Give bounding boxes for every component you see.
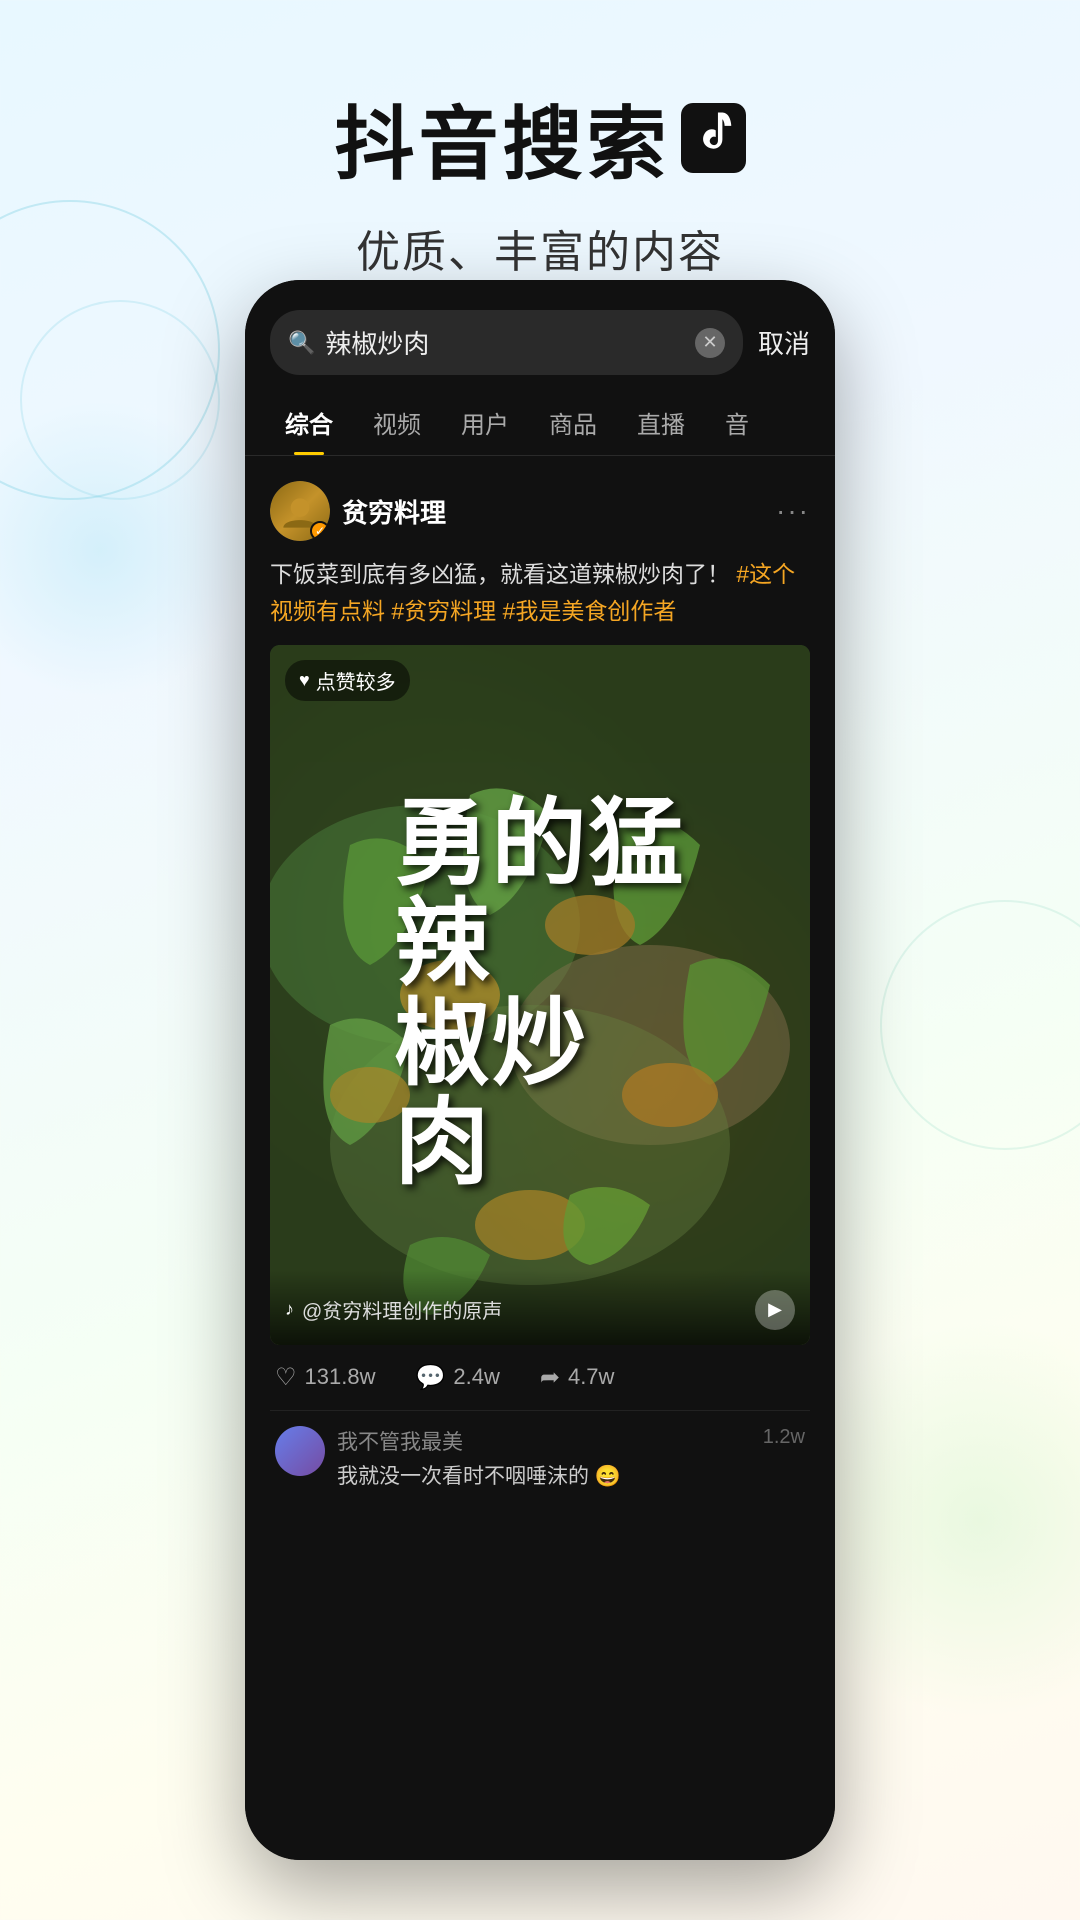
hashtag-3[interactable]: #我是美食创作者 bbox=[503, 598, 677, 624]
comment-author: 我不管我最美 bbox=[337, 1426, 751, 1456]
video-content: ♥ 点赞较多 勇的猛辣椒炒肉 bbox=[270, 645, 810, 1345]
search-bar-area: 🔍 辣椒炒肉 ✕ 取消 bbox=[245, 280, 835, 390]
post-stats: ♡ 131.8w 💬 2.4w ➦ 4.7w bbox=[270, 1345, 810, 1411]
more-options-button[interactable]: ··· bbox=[776, 495, 810, 527]
content-area: ✓ 贫穷料理 ··· 下饭菜到底有多凶猛，就看这道辣椒炒肉了！ #这个视频有点料… bbox=[245, 456, 835, 1860]
post-header: ✓ 贫穷料理 ··· bbox=[270, 481, 810, 541]
phone-screen: 🔍 辣椒炒肉 ✕ 取消 综合 视频 用户 商品 直播 音 bbox=[245, 280, 835, 1860]
bg-decoration-circle-3 bbox=[880, 900, 1080, 1150]
phone-frame: 🔍 辣椒炒肉 ✕ 取消 综合 视频 用户 商品 直播 音 bbox=[245, 280, 835, 1860]
avatar: ✓ bbox=[270, 481, 330, 541]
post-card: ✓ 贫穷料理 ··· 下饭菜到底有多凶猛，就看这道辣椒炒肉了！ #这个视频有点料… bbox=[245, 456, 835, 1505]
shares-stat[interactable]: ➦ 4.7w bbox=[540, 1363, 615, 1392]
tiktok-note-icon bbox=[691, 107, 736, 157]
comment-preview: 我不管我最美 我就没一次看时不咽唾沫的 😄 1.2w bbox=[270, 1411, 810, 1505]
post-text: 下饭菜到底有多凶猛，就看这道辣椒炒肉了！ #这个视频有点料 #贫穷料理 #我是美… bbox=[270, 556, 810, 630]
comment-avatar bbox=[275, 1426, 325, 1476]
tab-商品[interactable]: 商品 bbox=[529, 390, 617, 455]
play-button[interactable]: ▶ bbox=[755, 1290, 795, 1330]
tab-直播[interactable]: 直播 bbox=[617, 390, 705, 455]
heart-stat-icon: ♡ bbox=[275, 1363, 297, 1392]
sound-text: @贫穷料理创作的原声 bbox=[302, 1295, 502, 1324]
author-name: 贫穷料理 bbox=[342, 493, 446, 530]
play-icon: ▶ bbox=[768, 1299, 782, 1320]
share-stat-icon: ➦ bbox=[540, 1363, 560, 1392]
verified-badge: ✓ bbox=[310, 521, 330, 541]
clear-icon: ✕ bbox=[702, 332, 717, 353]
likes-badge: ♥ 点赞较多 bbox=[285, 660, 410, 701]
likes-badge-text: 点赞较多 bbox=[316, 666, 396, 695]
likes-stat[interactable]: ♡ 131.8w bbox=[275, 1363, 375, 1392]
phone-mockup: 🔍 辣椒炒肉 ✕ 取消 综合 视频 用户 商品 直播 音 bbox=[245, 280, 835, 1860]
heart-icon: ♥ bbox=[299, 670, 310, 691]
subtitle-text: 优质、丰富的内容 bbox=[0, 216, 1080, 280]
tab-用户[interactable]: 用户 bbox=[441, 390, 529, 455]
cancel-button[interactable]: 取消 bbox=[758, 324, 810, 361]
comments-count: 2.4w bbox=[453, 1364, 499, 1390]
comments-stat[interactable]: 💬 2.4w bbox=[415, 1363, 499, 1392]
video-bottom-bar: ♪ @贫穷料理创作的原声 ▶ bbox=[270, 1270, 810, 1345]
tiktok-sound-icon: ♪ bbox=[285, 1299, 294, 1320]
main-title: 抖音搜索 bbox=[0, 80, 1080, 196]
comment-text: 我就没一次看时不咽唾沫的 😄 bbox=[337, 1460, 751, 1490]
comment-content: 我不管我最美 我就没一次看时不咽唾沫的 😄 bbox=[337, 1426, 751, 1490]
search-icon: 🔍 bbox=[288, 330, 315, 356]
hashtag-2[interactable]: #贫穷料理 bbox=[391, 598, 502, 624]
bg-glow-left bbox=[0, 400, 250, 700]
header-section: 抖音搜索 优质、丰富的内容 bbox=[0, 0, 1080, 280]
app-title-text: 抖音搜索 bbox=[335, 80, 671, 196]
video-text-overlay: 勇的猛辣椒炒肉 bbox=[270, 645, 810, 1345]
tab-综合[interactable]: 综合 bbox=[265, 390, 353, 455]
shares-count: 4.7w bbox=[568, 1364, 614, 1390]
sound-info: ♪ @贫穷料理创作的原声 bbox=[285, 1295, 502, 1324]
post-author: ✓ 贫穷料理 bbox=[270, 481, 446, 541]
tiktok-logo-badge bbox=[681, 103, 746, 173]
search-query-text: 辣椒炒肉 bbox=[325, 324, 685, 361]
tabs-area: 综合 视频 用户 商品 直播 音 bbox=[245, 390, 835, 456]
tab-音乐[interactable]: 音 bbox=[705, 390, 769, 455]
comment-stat-icon: 💬 bbox=[415, 1363, 445, 1392]
comment-likes: 1.2w bbox=[763, 1426, 805, 1449]
clear-search-button[interactable]: ✕ bbox=[695, 328, 725, 358]
video-thumbnail[interactable]: ♥ 点赞较多 勇的猛辣椒炒肉 bbox=[270, 645, 810, 1345]
search-input-wrapper[interactable]: 🔍 辣椒炒肉 ✕ bbox=[270, 310, 743, 375]
post-text-content: 下饭菜到底有多凶猛，就看这道辣椒炒肉了！ bbox=[270, 561, 730, 587]
likes-count: 131.8w bbox=[305, 1364, 376, 1390]
video-overlay-text: 勇的猛辣椒炒肉 bbox=[394, 795, 685, 1194]
tab-视频[interactable]: 视频 bbox=[353, 390, 441, 455]
